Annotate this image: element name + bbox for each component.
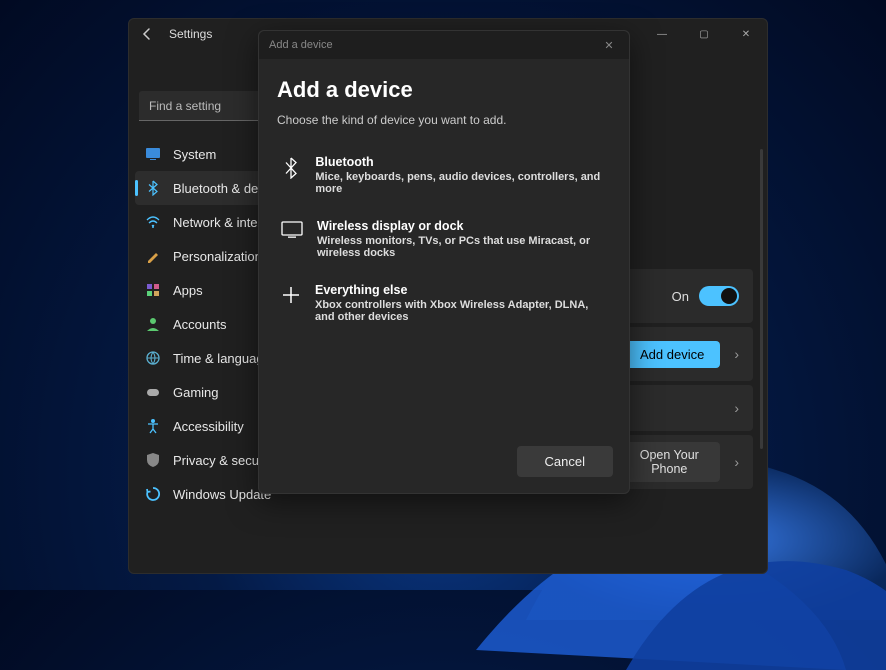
dialog-subtitle: Choose the kind of device you want to ad… [277,113,611,127]
globe-icon [145,350,161,366]
option-bluetooth[interactable]: Bluetooth Mice, keyboards, pens, audio d… [277,143,611,207]
dialog-titlebar: Add a device ✕ [259,31,629,59]
minimize-button[interactable]: — [641,19,683,49]
back-button[interactable] [139,26,155,42]
update-icon [145,486,161,502]
system-icon [145,146,161,162]
nav-label: Accessibility [173,419,244,434]
option-desc: Wireless monitors, TVs, or PCs that use … [317,235,607,259]
option-title: Bluetooth [315,155,607,169]
shield-icon [145,452,161,468]
add-device-dialog: Add a device ✕ Add a device Choose the k… [258,30,630,494]
wifi-icon [145,214,161,230]
option-title: Everything else [315,283,607,297]
accessibility-icon [145,418,161,434]
chevron-right-icon: › [734,454,739,470]
option-desc: Xbox controllers with Xbox Wireless Adap… [315,299,607,323]
dialog-titlebar-text: Add a device [269,39,333,51]
add-device-button[interactable]: Add device [624,341,720,368]
nav-label: Personalization [173,249,262,264]
plus-icon [281,283,301,323]
cancel-button[interactable]: Cancel [517,446,613,477]
nav-label: Windows Update [173,487,271,502]
nav-label: Time & language [173,351,271,366]
person-icon [145,316,161,332]
window-controls: — ▢ ✕ [641,19,767,49]
paint-icon [145,248,161,264]
maximize-button[interactable]: ▢ [683,19,725,49]
option-everything-else[interactable]: Everything else Xbox controllers with Xb… [277,271,611,335]
nav-label: System [173,147,216,162]
bluetooth-icon [281,155,301,195]
option-title: Wireless display or dock [317,219,607,233]
open-your-phone-button[interactable]: Open Your Phone [618,442,720,482]
gamepad-icon [145,384,161,400]
option-desc: Mice, keyboards, pens, audio devices, co… [315,171,607,195]
nav-label: Accounts [173,317,226,332]
bluetooth-icon [145,180,161,196]
display-icon [281,219,303,259]
scrollbar[interactable] [760,149,763,449]
apps-icon [145,282,161,298]
option-wireless-display[interactable]: Wireless display or dock Wireless monito… [277,207,611,271]
close-button[interactable]: ✕ [725,19,767,49]
toggle-state-label: On [672,289,689,304]
dialog-close-button[interactable]: ✕ [599,39,619,52]
bluetooth-toggle[interactable] [699,286,739,306]
chevron-right-icon: › [734,400,739,416]
window-title: Settings [169,27,212,41]
chevron-right-icon: › [734,346,739,362]
dialog-heading: Add a device [277,77,611,103]
nav-label: Apps [173,283,203,298]
nav-label: Gaming [173,385,219,400]
